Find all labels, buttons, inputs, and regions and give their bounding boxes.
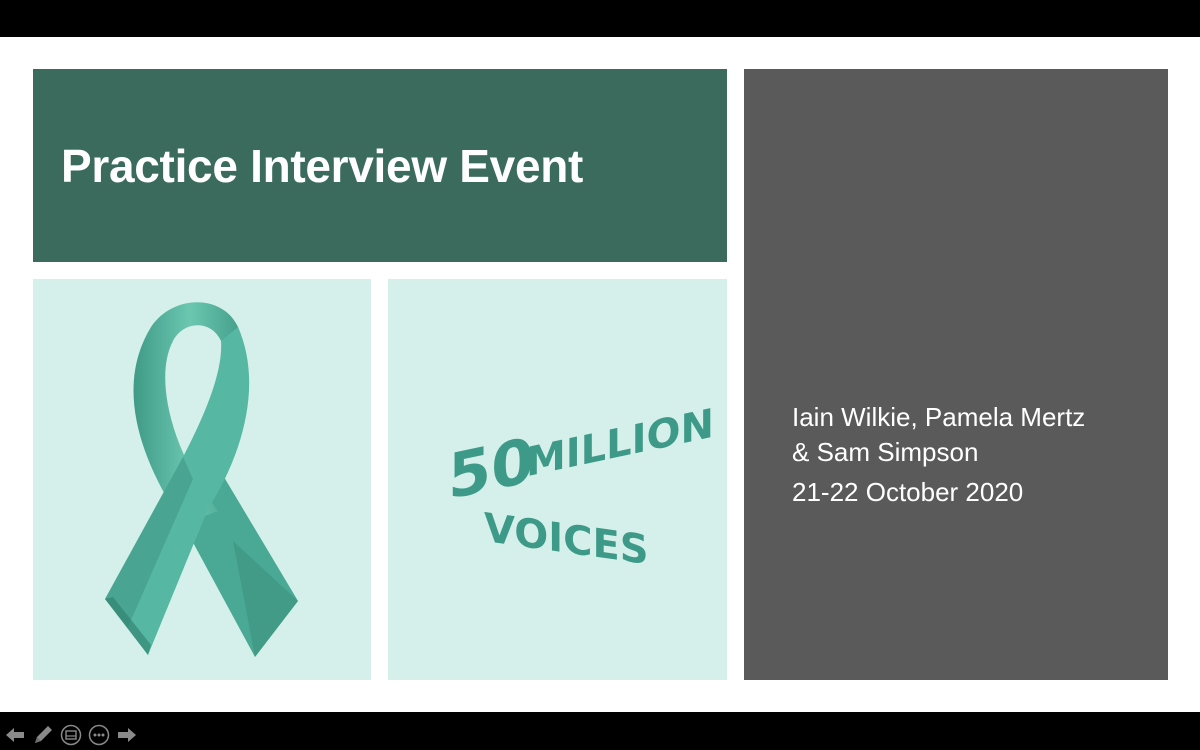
presentation-slide: Practice Interview Event 50 MILLION VOIC… <box>0 37 1200 746</box>
ribbon-tile <box>33 279 371 680</box>
event-date: 21-22 October 2020 <box>792 477 1024 507</box>
logo-tile: 50 MILLION VOICES <box>388 279 727 680</box>
presenters-line-1: Iain Wilkie, Pamela Mertz <box>792 402 1086 432</box>
slides-grid-icon[interactable] <box>60 724 82 746</box>
logo-number: 50 <box>448 423 534 514</box>
presenters: Iain Wilkie, Pamela Mertz & Sam Simpson <box>792 400 1085 470</box>
pen-icon[interactable] <box>32 724 54 746</box>
slide-title: Practice Interview Event <box>61 140 584 192</box>
awareness-ribbon-image <box>105 302 298 657</box>
more-options-icon[interactable] <box>88 724 110 746</box>
arrow-right-icon[interactable] <box>116 724 138 746</box>
title-banner: Practice Interview Event <box>33 69 727 262</box>
logo-word-voices: VOICES <box>484 505 649 574</box>
presenters-panel: Iain Wilkie, Pamela Mertz & Sam Simpson … <box>744 69 1168 680</box>
50-million-voices-logo: 50 MILLION VOICES <box>448 399 714 574</box>
logo-word-million: MILLION <box>526 399 714 486</box>
presenters-line-2: & Sam Simpson <box>792 437 979 467</box>
arrow-left-icon[interactable] <box>4 724 26 746</box>
slideshow-toolbar <box>4 723 138 747</box>
